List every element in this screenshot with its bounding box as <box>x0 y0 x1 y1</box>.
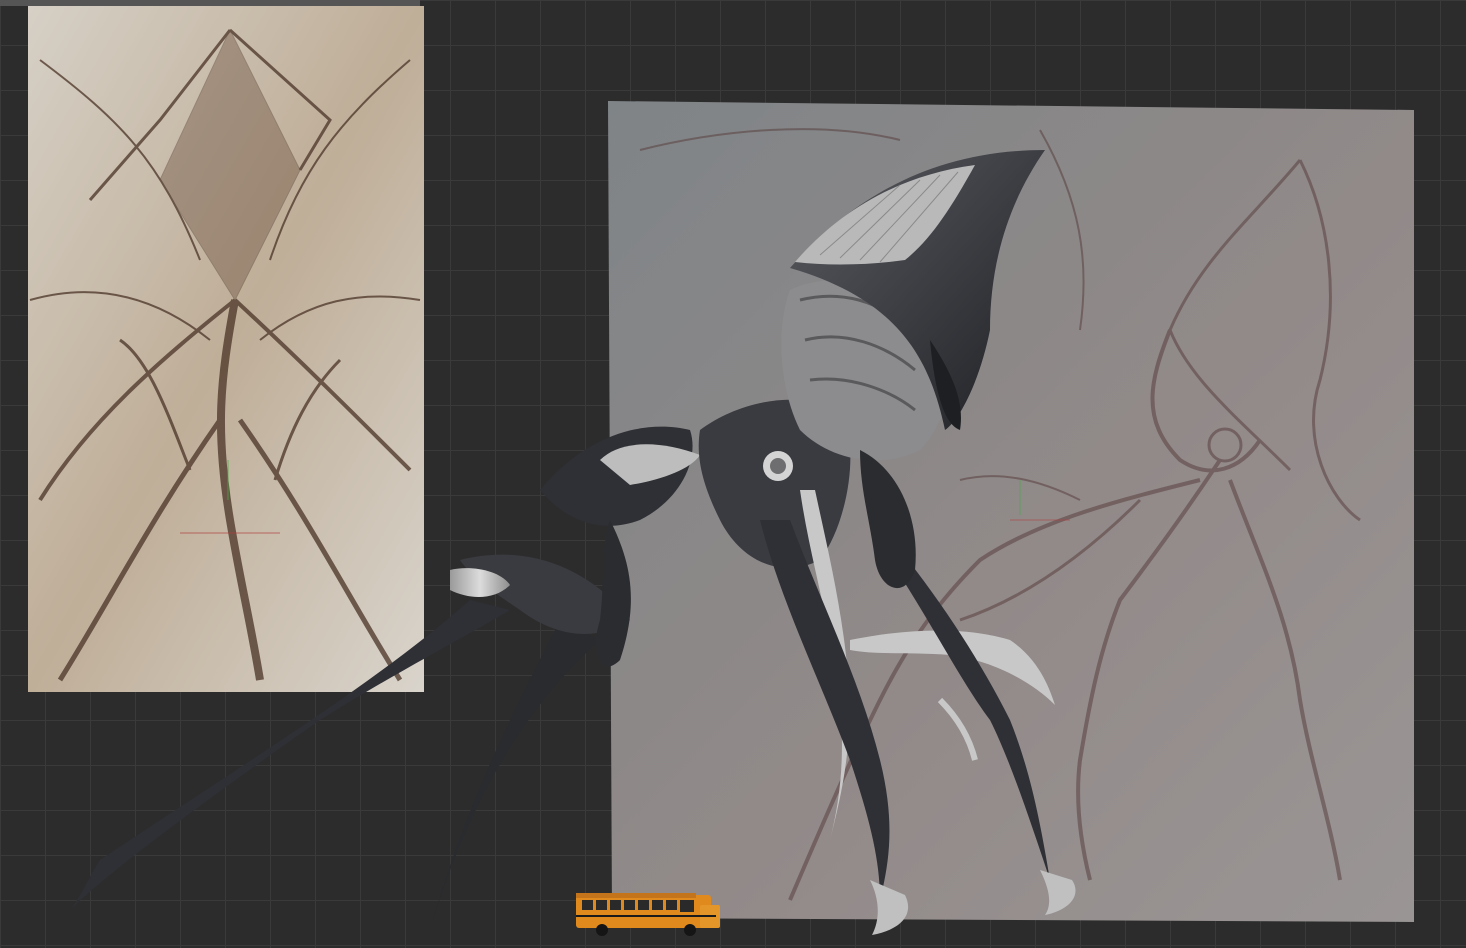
sculpt-viewport[interactable] <box>0 0 1466 948</box>
viewport-canvas[interactable] <box>0 0 1466 948</box>
bus-wheel-front <box>684 924 696 936</box>
claw-front-right <box>430 620 600 930</box>
scale-reference-bus[interactable] <box>576 893 720 936</box>
reference-image-left-top-edge <box>0 0 420 6</box>
reference-image-left[interactable] <box>0 0 424 692</box>
bus-wheel-rear <box>596 924 608 936</box>
bus-roof <box>576 893 696 898</box>
shoulder-ring-core <box>770 458 786 474</box>
